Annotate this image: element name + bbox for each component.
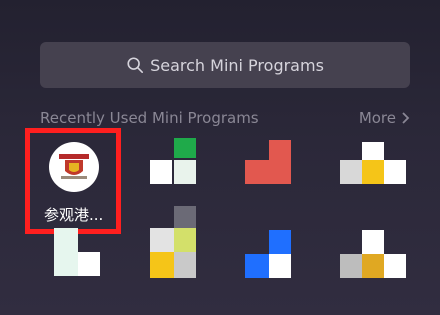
more-label: More: [358, 109, 396, 127]
section-title: Recently Used Mini Programs: [40, 109, 259, 127]
highlight-box: [25, 128, 121, 234]
app-icon-placeholder[interactable]: [340, 230, 406, 280]
app-icon-placeholder[interactable]: [340, 138, 406, 188]
search-placeholder: Search Mini Programs: [150, 55, 324, 75]
more-link[interactable]: More: [359, 109, 410, 127]
app-icon-placeholder[interactable]: [150, 206, 202, 278]
search-icon: [127, 57, 144, 74]
app-icon-placeholder[interactable]: [54, 228, 106, 278]
app-icon-placeholder[interactable]: [150, 138, 202, 188]
app-icon-placeholder[interactable]: [245, 138, 297, 188]
search-bar[interactable]: Search Mini Programs: [40, 42, 410, 88]
chevron-right-icon: [402, 112, 410, 124]
app-icon-placeholder[interactable]: [245, 230, 297, 280]
